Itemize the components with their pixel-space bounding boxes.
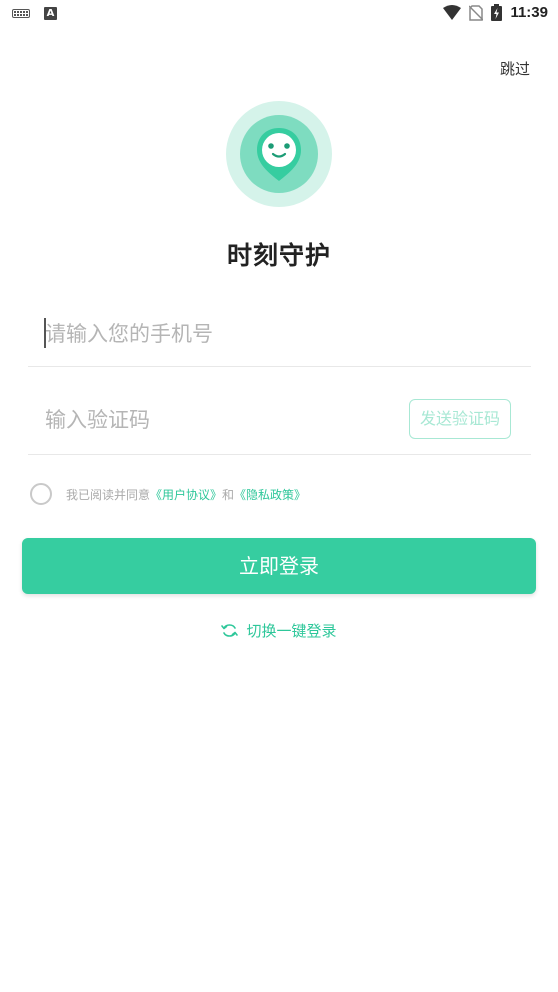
text-cursor — [44, 318, 46, 348]
switch-login-label: 切换一键登录 — [246, 622, 337, 640]
agreement-row: 我已阅读并同意 《用户协议》 和 《隐私政策》 — [30, 483, 306, 505]
status-time: 11:39 — [510, 4, 548, 21]
app-logo — [226, 101, 332, 207]
refresh-icon — [221, 624, 239, 637]
battery-charging-icon — [491, 4, 503, 21]
status-bar: A 11:39 — [0, 0, 558, 30]
smiley-face-icon — [257, 128, 301, 181]
user-agreement-link[interactable]: 《用户协议》 — [150, 486, 222, 503]
send-code-button[interactable]: 发送验证码 — [409, 399, 511, 439]
agreement-prefix: 我已阅读并同意 — [66, 487, 151, 502]
phone-input[interactable] — [45, 316, 385, 352]
agreement-conjunction: 和 — [222, 487, 235, 502]
wifi-icon — [443, 5, 462, 20]
skip-button[interactable]: 跳过 — [500, 58, 530, 79]
status-left: A — [12, 7, 57, 20]
switch-login-button[interactable]: 切换一键登录 — [0, 620, 558, 641]
code-field-container: 发送验证码 — [28, 392, 531, 455]
privacy-policy-link[interactable]: 《隐私政策》 — [234, 486, 306, 503]
a-app-icon: A — [44, 7, 57, 20]
app-title: 时刻守护 — [226, 241, 331, 270]
agreement-checkbox[interactable] — [30, 483, 52, 505]
status-right: 11:39 — [443, 4, 548, 21]
keyboard-icon — [12, 9, 30, 18]
login-button[interactable]: 立即登录 — [22, 538, 536, 594]
verification-code-input[interactable] — [45, 402, 385, 438]
login-screen: A 11:39 跳过 时刻守护 请输入您的手机号 输入验证码 发送验证码 我已阅… — [0, 0, 558, 992]
no-sim-icon — [469, 4, 484, 21]
phone-field-container — [28, 306, 531, 367]
